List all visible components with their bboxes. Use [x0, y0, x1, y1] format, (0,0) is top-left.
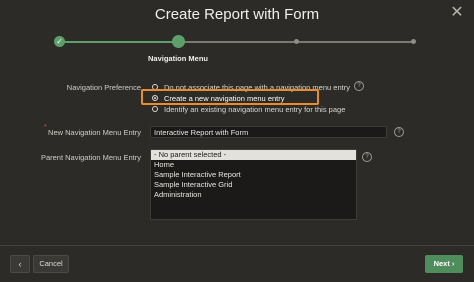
step-complete-icon: ✓: [54, 36, 65, 47]
step-current-icon: [172, 35, 185, 48]
step-future-dot: [411, 39, 416, 44]
next-button[interactable]: Next ›: [425, 255, 463, 273]
highlight-box: [141, 89, 319, 105]
list-option[interactable]: Home: [151, 160, 356, 170]
back-button[interactable]: ‹: [10, 255, 30, 273]
new-navigation-menu-entry-input[interactable]: [150, 126, 387, 138]
new-navigation-menu-entry-label: New Navigation Menu Entry: [48, 128, 141, 137]
radio-option-existing[interactable]: Identify an existing navigation menu ent…: [152, 104, 345, 114]
dialog-title: Create Report with Form: [154, 6, 320, 23]
list-option[interactable]: Administration: [151, 190, 356, 200]
list-option[interactable]: Sample Interactive Report: [151, 170, 356, 180]
footer-divider: [0, 245, 474, 246]
step-future-dot: [294, 39, 299, 44]
cancel-button[interactable]: Cancel: [33, 255, 69, 273]
progress-line-complete: [60, 41, 178, 43]
help-icon[interactable]: ?: [394, 127, 404, 137]
navigation-preference-label: Navigation Preference: [66, 83, 141, 92]
radio-label: Identify an existing navigation menu ent…: [164, 104, 346, 114]
list-option[interactable]: Sample Interactive Grid: [151, 180, 356, 190]
parent-navigation-menu-listbox[interactable]: - No parent selected - Home Sample Inter…: [150, 149, 357, 220]
list-option-selected[interactable]: - No parent selected -: [151, 150, 356, 160]
radio-button[interactable]: [152, 106, 158, 112]
current-step-label: Navigation Menu: [147, 54, 208, 63]
help-icon[interactable]: ?: [362, 152, 372, 162]
close-icon[interactable]: ✕: [449, 5, 465, 21]
help-icon[interactable]: ?: [354, 81, 364, 91]
parent-navigation-menu-entry-label: Parent Navigation Menu Entry: [40, 153, 141, 162]
